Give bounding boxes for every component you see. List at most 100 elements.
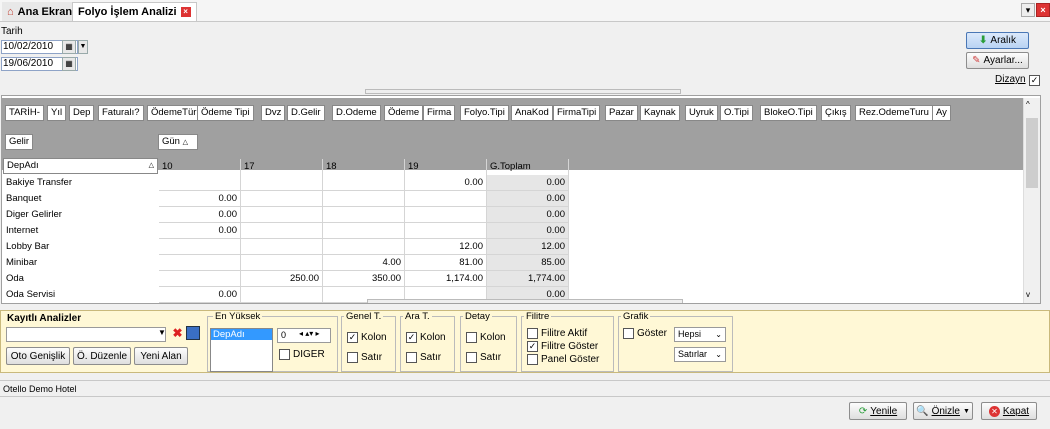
detail-row-checkbox[interactable] <box>466 352 477 363</box>
splitter-bottom[interactable] <box>367 299 683 303</box>
subtotal-row-row[interactable]: Satır <box>406 352 441 363</box>
chevron-down-icon[interactable]: ▼ <box>158 328 166 337</box>
chevron-down-icon: ▼ <box>962 407 970 415</box>
subtotal-column-label: Kolon <box>420 332 446 343</box>
sort-icon: △ <box>182 139 188 146</box>
grand-total-column-row[interactable]: ✓ Kolon <box>347 332 387 343</box>
field-button[interactable]: Yıl <box>47 105 67 121</box>
preview-button[interactable]: 🔍 Önizle ▼ <box>913 402 973 420</box>
splitter-top[interactable] <box>365 89 681 94</box>
chart-mode-select[interactable]: Hepsi ⌄ <box>674 327 726 342</box>
field-button[interactable]: Dep <box>69 105 95 121</box>
column-field-label: Gün <box>162 136 180 147</box>
other-checkbox[interactable] <box>279 349 290 360</box>
field-button[interactable]: TARİH- <box>5 105 44 121</box>
subtotal-column-checkbox[interactable]: ✓ <box>406 332 417 343</box>
edit-button[interactable]: Ö. Düzenle <box>73 347 131 365</box>
close-window-button[interactable]: × <box>1036 3 1050 17</box>
detail-column-row[interactable]: Kolon <box>466 332 506 343</box>
date-dropdown-button[interactable]: ▼ <box>78 40 88 54</box>
field-button[interactable]: Rez.OdemeTuru <box>855 105 933 121</box>
scroll-thumb[interactable] <box>1026 118 1038 188</box>
filter-active-checkbox[interactable] <box>527 328 538 339</box>
tab-home-label: Ana Ekran <box>17 5 73 18</box>
top-field-list[interactable]: DepAdı <box>210 328 273 372</box>
tab-list-dropdown-button[interactable]: ▾ <box>1021 3 1035 17</box>
field-button[interactable]: Faturalı? <box>98 105 144 121</box>
design-checkbox[interactable]: ✓ <box>1029 75 1040 86</box>
field-button[interactable]: AnaKod <box>511 105 553 121</box>
saved-analyses-select[interactable] <box>6 327 166 342</box>
options-panel: Kayıtlı Analizler ▼ ✖ Oto Genişlik Ö. Dü… <box>0 310 1050 373</box>
field-button[interactable]: Folyo.Tipi <box>460 105 509 121</box>
filter-active-row[interactable]: Filitre Aktif <box>527 328 587 339</box>
subtotal-column-row[interactable]: ✓ Kolon <box>406 332 446 343</box>
field-button[interactable]: Ödeme <box>384 105 424 121</box>
field-button[interactable]: Kaynak <box>640 105 680 121</box>
calendar-icon[interactable]: ▦ <box>62 40 76 54</box>
pivot-cell <box>323 223 405 239</box>
panel-show-row[interactable]: Panel Göster <box>527 354 599 365</box>
field-button[interactable]: Ödeme Tipi <box>197 105 254 121</box>
refresh-button[interactable]: ⟳ Yenile <box>849 402 907 420</box>
save-icon[interactable] <box>186 326 200 340</box>
detail-row-row[interactable]: Satır <box>466 352 501 363</box>
chevron-down-icon: ⌄ <box>715 350 722 359</box>
chart-show-row[interactable]: Göster <box>623 328 667 339</box>
field-button[interactable]: BlokeO.Tipi <box>760 105 817 121</box>
grand-total-column-checkbox[interactable]: ✓ <box>347 332 358 343</box>
scroll-up-icon[interactable]: ^ <box>1026 100 1030 109</box>
calendar-icon[interactable]: ▦ <box>62 57 76 71</box>
field-button[interactable]: D.Gelir <box>287 105 325 121</box>
scroll-down-icon[interactable]: v <box>1026 290 1030 299</box>
vertical-scrollbar[interactable]: ^ v <box>1023 98 1040 303</box>
chart-show-label: Göster <box>637 328 668 339</box>
field-button[interactable]: Firma <box>423 105 456 121</box>
data-field-gelir[interactable]: Gelir <box>5 134 34 150</box>
column-header[interactable]: 10 <box>159 159 241 175</box>
settings-button[interactable]: ✎ Ayarlar... <box>966 52 1029 69</box>
field-button[interactable]: FirmaTipi <box>553 105 601 121</box>
subtotal-row-checkbox[interactable] <box>406 352 417 363</box>
pivot-cell: 250.00 <box>241 271 323 287</box>
column-header[interactable]: 18 <box>323 159 405 175</box>
close-button[interactable]: ✕ Kapat <box>981 402 1037 420</box>
new-field-button[interactable]: Yeni Alan <box>134 347 188 365</box>
chart-show-checkbox[interactable] <box>623 328 634 339</box>
pivot-cell: 12.00 <box>487 239 569 255</box>
pivot-cell: 350.00 <box>323 271 405 287</box>
grand-total-row-checkbox[interactable] <box>347 352 358 363</box>
subtotal-row-label: Satır <box>420 352 442 363</box>
field-button[interactable]: Dvz <box>261 105 286 121</box>
column-header[interactable]: 17 <box>241 159 323 175</box>
column-field-gun[interactable]: Gün △ <box>158 134 198 150</box>
date-label: Tarih <box>1 26 23 37</box>
field-button[interactable]: D.Odeme <box>332 105 381 121</box>
grand-total-row-row[interactable]: Satır <box>347 352 382 363</box>
field-button[interactable]: Pazar <box>605 105 638 121</box>
home-icon: ⌂ <box>7 5 14 18</box>
detail-column-checkbox[interactable] <box>466 332 477 343</box>
close-icon: ✕ <box>988 405 1000 417</box>
filter-show-row[interactable]: ✓ Filitre Göster <box>527 341 598 352</box>
spin-buttons[interactable]: ◂ ▴▾ ▸ <box>299 329 320 338</box>
field-button[interactable]: Çıkış <box>821 105 851 121</box>
column-header[interactable]: 19 <box>405 159 487 175</box>
tab-home[interactable]: ⌂ Ana Ekran <box>2 2 78 21</box>
tab-folio-analysis[interactable]: Folyo İşlem Analizi × <box>72 2 197 21</box>
field-button[interactable]: Uyruk <box>685 105 718 121</box>
top-field-selected[interactable]: DepAdı <box>211 329 272 340</box>
filter-title: Filitre <box>524 311 552 322</box>
pivot-cell: 0.00 <box>159 207 241 223</box>
field-button[interactable]: O.Tipi <box>720 105 753 121</box>
chart-axis-select[interactable]: Satırlar ⌄ <box>674 347 726 362</box>
close-tab-icon[interactable]: × <box>180 7 191 17</box>
auto-width-button[interactable]: Oto Genişlik <box>6 347 70 365</box>
field-button[interactable]: Ay <box>932 105 951 121</box>
delete-icon[interactable]: ✖ <box>171 326 184 340</box>
range-button[interactable]: ⬇ Aralık <box>966 32 1029 49</box>
other-row[interactable]: DIGER <box>279 349 325 360</box>
filter-show-checkbox[interactable]: ✓ <box>527 341 538 352</box>
panel-show-checkbox[interactable] <box>527 354 538 365</box>
column-header[interactable]: G.Toplam <box>487 159 569 175</box>
